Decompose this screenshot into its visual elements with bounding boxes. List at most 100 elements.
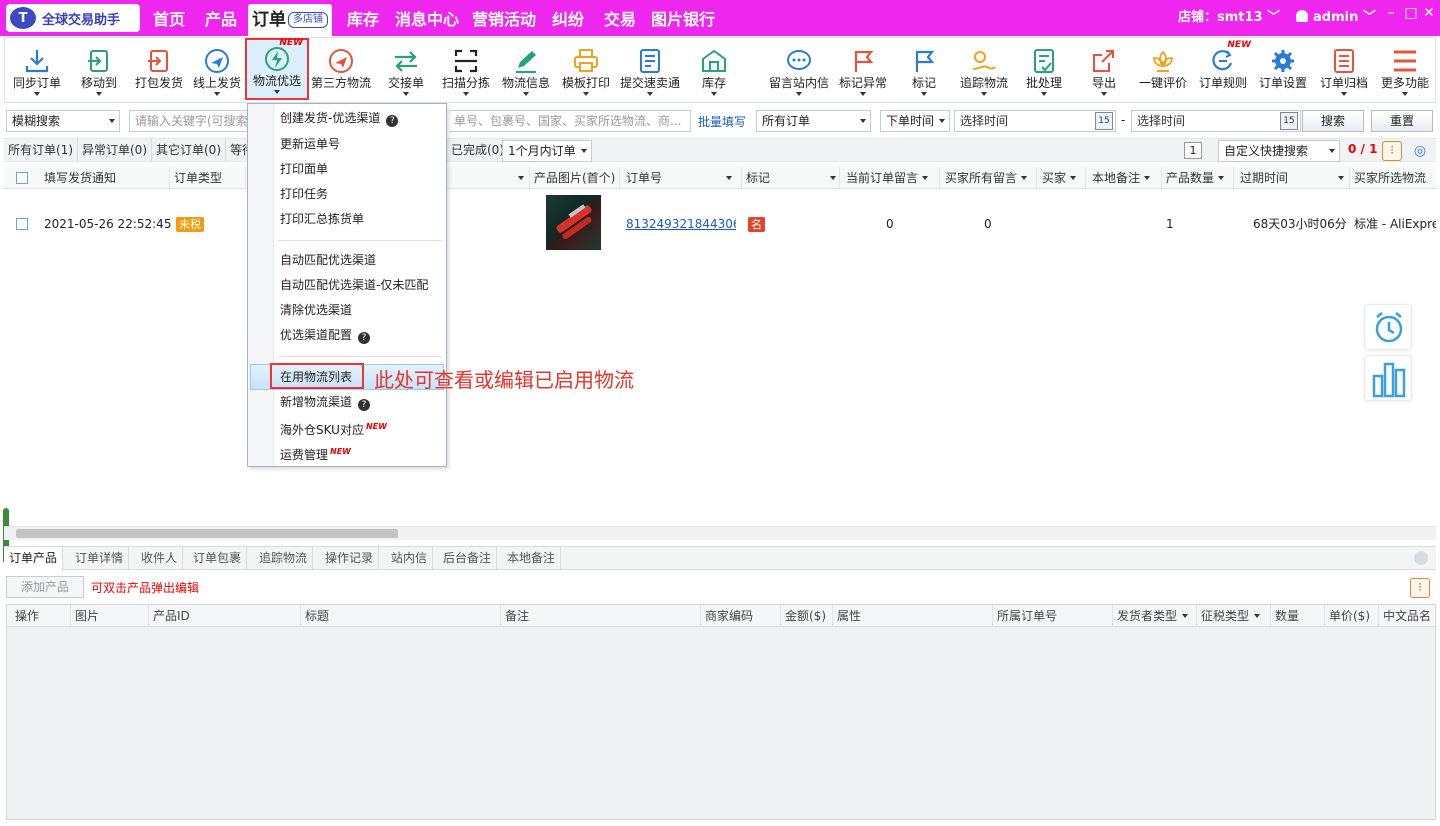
app-logo[interactable]: T 全球交易助手 — [6, 4, 140, 32]
menu-item-channel-config[interactable]: 优选渠道配置? — [280, 326, 371, 344]
select-all-checkbox[interactable] — [16, 172, 28, 184]
page-number[interactable]: 1 — [1184, 142, 1202, 159]
col-shipper-type[interactable]: 发货者类型 — [1113, 605, 1197, 627]
order-number-link[interactable]: 813249321844306 — [626, 195, 736, 253]
alarm-clock-icon[interactable] — [1364, 304, 1412, 350]
user-menu[interactable]: admin ﹀ — [1296, 0, 1376, 36]
col-qty[interactable]: 数量 — [1271, 605, 1325, 627]
menu-item-print-label[interactable]: 打印面单 — [280, 160, 328, 178]
col-hidden-sort[interactable] — [448, 167, 530, 189]
tab-all-orders[interactable]: 所有订单(1) — [4, 139, 78, 161]
name-tag[interactable]: 名 — [748, 217, 765, 232]
col-order-no[interactable]: 订单号 — [622, 167, 742, 189]
batch-fill-link[interactable]: 批量填写 — [698, 113, 746, 130]
refresh-icon[interactable] — [1414, 551, 1428, 565]
mark-button[interactable]: 标记 — [892, 42, 956, 98]
period-select[interactable]: 1个月内订单 — [502, 140, 592, 162]
keyword-input[interactable]: 请输入关键字(可搜索 — [129, 110, 249, 132]
menu-item-print-picklist[interactable]: 打印汇总拣货单 — [280, 210, 364, 228]
calendar-icon[interactable]: 15 — [1095, 112, 1113, 130]
col-merchant-code[interactable]: 商家编码 — [701, 605, 781, 627]
col-all-messages[interactable]: 买家所有留言 — [941, 167, 1037, 189]
menu-item-create-shipment[interactable]: 创建发货-优选渠道? — [280, 109, 399, 127]
help-icon[interactable]: ? — [358, 399, 371, 411]
search-mode-select[interactable]: 模糊搜索 — [6, 110, 120, 132]
time-type-select[interactable]: 下单时间 — [880, 110, 950, 132]
handover-sheet-button[interactable]: 交接单 — [374, 42, 438, 98]
quick-search-select[interactable]: 自定义快捷搜索 — [1218, 140, 1340, 162]
tab-exception-orders[interactable]: 异常订单(0) — [78, 139, 152, 161]
product-thumbnail[interactable] — [546, 195, 601, 250]
bar-chart-icon[interactable] — [1364, 355, 1412, 401]
logistics-preferred-button[interactable]: NEW 物流优选 — [245, 38, 309, 100]
menu-item-clear-channel[interactable]: 清除优选渠道 — [280, 301, 352, 319]
col-title[interactable]: 标题 — [301, 605, 501, 627]
reset-button[interactable]: 重置 — [1371, 110, 1433, 132]
online-ship-button[interactable]: 线上发货 — [185, 42, 249, 98]
add-product-button[interactable]: 添加产品 — [6, 576, 84, 598]
col-tax-type[interactable]: 征税类型 — [1197, 605, 1271, 627]
table-row[interactable]: 2021-05-26 22:52:45 未税 813249321844306 名… — [4, 195, 1436, 253]
scan-sort-button[interactable]: 扫描分拣 — [434, 42, 498, 98]
nav-marketing[interactable]: 营销活动 — [472, 0, 536, 36]
hide-eye-icon[interactable]: ◎ — [1410, 141, 1430, 161]
track-logistics-button[interactable]: 追踪物流 — [952, 42, 1016, 98]
horizontal-scrollbar[interactable] — [4, 526, 1436, 540]
nav-products[interactable]: 产品 — [205, 0, 237, 36]
col-attributes[interactable]: 属性 — [833, 605, 993, 627]
tab-order-products[interactable]: 订单产品 — [4, 547, 64, 571]
order-archive-button[interactable]: 订单归档 — [1312, 42, 1376, 98]
menu-item-auto-match-unmatched[interactable]: 自动匹配优选渠道-仅未匹配 — [280, 276, 428, 294]
column-settings-icon[interactable]: ⫶ — [1382, 141, 1402, 161]
tab-order-package[interactable]: 订单包裹 — [188, 547, 248, 569]
col-product-image[interactable]: 产品图片(首个) — [530, 167, 620, 189]
message-button[interactable]: 留言站内信 — [767, 42, 831, 98]
search-button[interactable]: 搜索 — [1302, 110, 1364, 132]
nav-home[interactable]: 首页 — [153, 0, 185, 36]
col-expire[interactable]: 过期时间 — [1236, 167, 1350, 189]
help-icon[interactable]: ? — [358, 332, 371, 344]
menu-item-update-tracking[interactable]: 更新运单号 — [280, 135, 340, 153]
date-to-input[interactable]: 选择时间 15 — [1131, 110, 1301, 132]
menu-item-auto-match[interactable]: 自动匹配优选渠道 — [280, 251, 376, 269]
menu-item-print-task[interactable]: 打印任务 — [280, 185, 328, 203]
tab-other-orders[interactable]: 其它订单(0) — [152, 139, 226, 161]
calendar-icon[interactable]: 15 — [1280, 112, 1298, 130]
mark-exception-button[interactable]: 标记异常 — [831, 42, 895, 98]
col-note[interactable]: 备注 — [501, 605, 701, 627]
order-scope-select[interactable]: 所有订单 — [756, 110, 871, 132]
nav-disputes[interactable]: 纠纷 — [552, 0, 584, 36]
col-notify[interactable]: 填写发货通知 — [40, 167, 170, 189]
submit-aliexpress-button[interactable]: 提交速卖通 — [618, 42, 682, 98]
column-settings-icon[interactable]: ⫶ — [1410, 578, 1430, 598]
inventory-button[interactable]: 库存 — [682, 42, 746, 98]
sync-orders-button[interactable]: 同步订单 — [5, 42, 69, 98]
keyword-input-tail[interactable]: 单号、包裹号、国家、买家所选物流、商... — [449, 110, 691, 132]
nav-orders[interactable]: 订单 多店铺 — [248, 4, 332, 36]
col-amount[interactable]: 金额($) — [781, 605, 833, 627]
order-rules-button[interactable]: NEW 订单规则 — [1191, 40, 1255, 98]
tab-inbox[interactable]: 站内信 — [386, 547, 434, 569]
pack-ship-button[interactable]: 打包发货 — [127, 42, 191, 98]
tab-track-logistics[interactable]: 追踪物流 — [254, 547, 314, 569]
close-icon[interactable]: ✕ — [1422, 6, 1436, 20]
col-local-note[interactable]: 本地备注 — [1088, 167, 1162, 189]
menu-item-add-channel[interactable]: 新增物流渠道? — [280, 393, 371, 411]
tab-completed[interactable]: 已完成(0) — [447, 139, 509, 161]
col-quantity[interactable]: 产品数量 — [1162, 167, 1234, 189]
help-icon[interactable]: ? — [386, 115, 399, 127]
scrollbar-thumb[interactable] — [16, 529, 398, 538]
col-unit-price[interactable]: 单价($) — [1325, 605, 1379, 627]
tab-order-details[interactable]: 订单详情 — [70, 547, 130, 569]
export-button[interactable]: 导出 — [1072, 42, 1136, 98]
third-party-logistics-button[interactable]: 第三方物流 — [309, 42, 373, 98]
template-print-button[interactable]: 模板打印 — [554, 42, 618, 98]
order-settings-button[interactable]: 订单设置 — [1251, 42, 1315, 98]
menu-item-overseas-sku[interactable]: 海外仓SKU对应 NEW — [280, 418, 387, 439]
logistics-info-button[interactable]: 物流信息 — [494, 42, 558, 98]
col-product-id[interactable]: 产品ID — [149, 605, 301, 627]
batch-process-button[interactable]: 批处理 — [1012, 42, 1076, 98]
col-order-type[interactable]: 订单类型 — [170, 167, 246, 189]
multi-store-badge[interactable]: 多店铺 — [288, 12, 328, 28]
nav-trade[interactable]: 交易 — [604, 0, 636, 36]
